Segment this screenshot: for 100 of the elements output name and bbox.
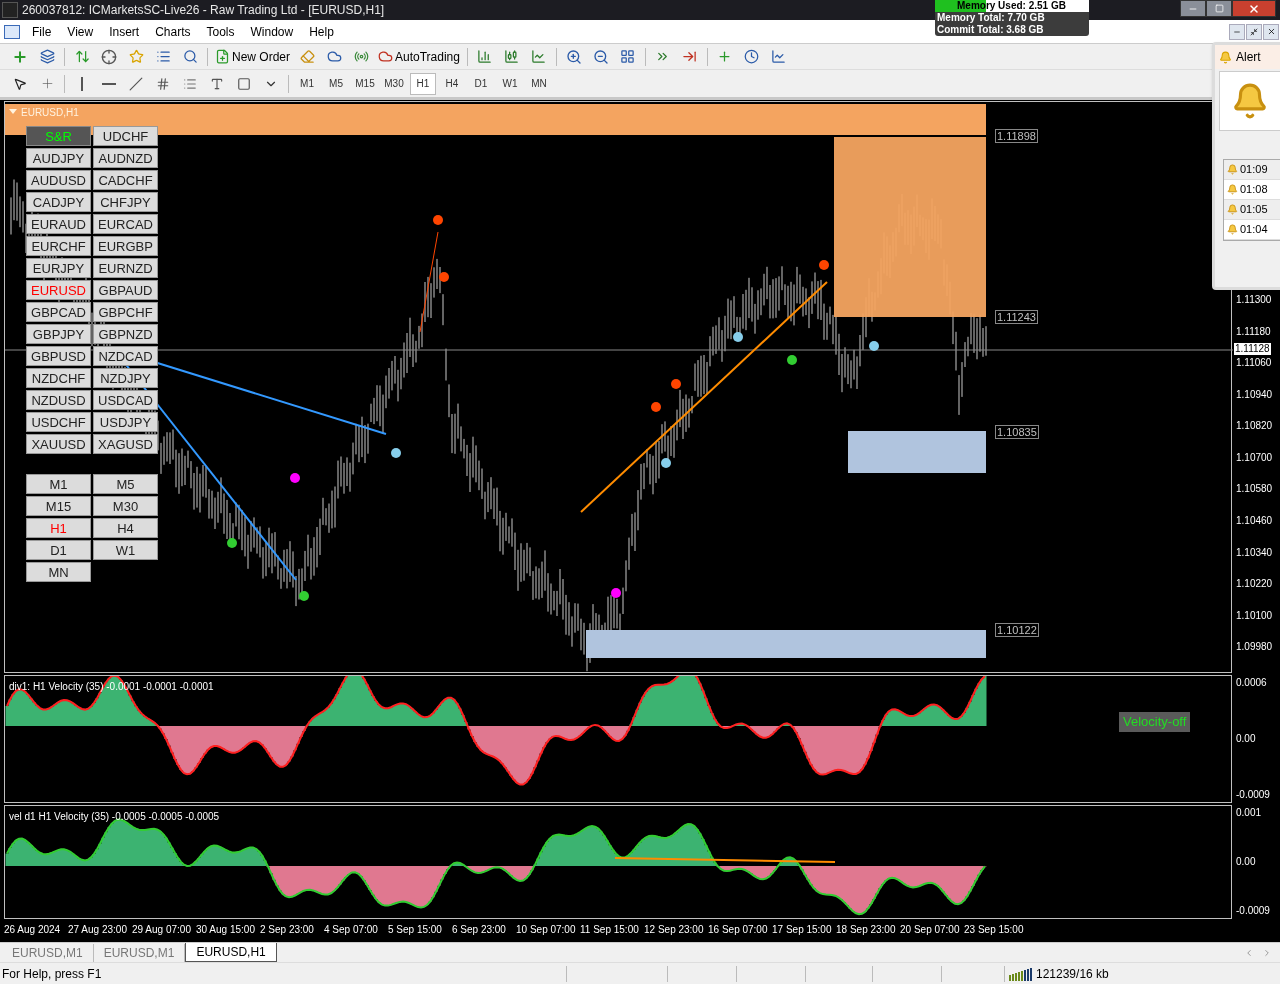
symbol-button[interactable]: GBPUSD	[26, 346, 91, 366]
minimize-button[interactable]	[1180, 0, 1206, 17]
text-icon	[210, 76, 224, 91]
signal-marker	[299, 591, 309, 601]
signal-marker	[439, 272, 449, 282]
symbol-button[interactable]: CADJPY	[26, 192, 91, 212]
menu-item[interactable]: View	[59, 22, 102, 41]
date-axis-label: 18 Sep 23:00	[836, 923, 896, 935]
period-button[interactable]: M1	[26, 474, 91, 494]
menu-item[interactable]: Charts	[147, 22, 199, 41]
symbol-button[interactable]: GBPNZD	[93, 324, 158, 344]
date-axis-label: 27 Aug 23:00	[68, 923, 127, 935]
alert-list-item[interactable]: 01:05	[1224, 200, 1280, 220]
timeframe-button[interactable]: D1	[468, 72, 494, 95]
symbol-button[interactable]: XAUUSD	[26, 434, 91, 454]
timeframe-button[interactable]: M5	[323, 72, 349, 95]
timeframe-button[interactable]: H1	[410, 72, 436, 95]
indicator-axis-label: -0.0009	[1236, 905, 1271, 917]
indicator-axis-label: 0.001	[1236, 807, 1263, 819]
signal-marker	[651, 402, 661, 412]
timeframe-button[interactable]: M15	[352, 72, 378, 95]
search-icon	[182, 49, 198, 64]
timeframe-button[interactable]: MN	[526, 72, 552, 95]
price-axis-label: 1.10940	[1236, 388, 1273, 401]
date-axis-label: 30 Aug 15:00	[196, 923, 255, 935]
line-chart-icon	[531, 49, 547, 64]
bell-icon	[1227, 224, 1238, 235]
menu-item[interactable]: Help	[301, 22, 342, 41]
symbol-button[interactable]: EURGBP	[93, 236, 158, 256]
memory-total-text: Memory Total: 7.70 GB	[936, 12, 1046, 24]
symbol-button[interactable]: EURCAD	[93, 214, 158, 234]
alert-list-item[interactable]: 01:09	[1224, 160, 1280, 180]
symbol-button[interactable]: EURNZD	[93, 258, 158, 278]
price-axis-label: 1.10340	[1236, 546, 1273, 559]
symbol-button[interactable]: USDCAD	[93, 390, 158, 410]
restore-button[interactable]	[1206, 0, 1232, 17]
date-axis-label: 10 Sep 07:00	[516, 923, 576, 935]
symbol-button[interactable]: AUDJPY	[26, 148, 91, 168]
mdi-minimize-button[interactable]	[1229, 23, 1245, 40]
symbol-button[interactable]: XAGUSD	[93, 434, 158, 454]
auto-trading-button[interactable]: AutoTrading	[376, 45, 462, 68]
symbol-button[interactable]: USDCHF	[26, 412, 91, 432]
close-button[interactable]	[1232, 0, 1276, 17]
period-button[interactable]: M15	[26, 496, 91, 516]
symbol-button[interactable]: CHFJPY	[93, 192, 158, 212]
zoom-out-icon	[592, 48, 609, 65]
symbol-button[interactable]: NZDJPY	[93, 368, 158, 388]
date-axis-label: 5 Sep 15:00	[388, 923, 442, 935]
symbol-button[interactable]: GBPCHF	[93, 302, 158, 322]
mdi-restore-button[interactable]	[1246, 23, 1262, 40]
symbol-button[interactable]: NZDUSD	[26, 390, 91, 410]
large-bell-icon	[1231, 82, 1269, 120]
symbol-button[interactable]: NZDCAD	[93, 346, 158, 366]
sr-button[interactable]: S&R	[26, 126, 91, 146]
crosshair-icon	[101, 48, 117, 65]
period-button[interactable]: MN	[26, 562, 91, 582]
symbol-button[interactable]: NZDCHF	[26, 368, 91, 388]
symbol-button[interactable]: EURAUD	[26, 214, 91, 234]
timeframe-button[interactable]: M30	[381, 72, 407, 95]
symbol-button[interactable]: GBPJPY	[26, 324, 91, 344]
symbol-button[interactable]: EURJPY	[26, 258, 91, 278]
chart-tab[interactable]: EURUSD,H1	[185, 943, 277, 962]
mdi-close-button[interactable]	[1263, 23, 1279, 40]
new-order-button[interactable]: New Order	[213, 45, 292, 68]
tile-windows-icon	[620, 49, 636, 64]
symbol-button[interactable]: UDCHF	[93, 126, 158, 146]
symbol-button[interactable]: USDJPY	[93, 412, 158, 432]
timeframe-button[interactable]: W1	[497, 72, 523, 95]
menu-item[interactable]: Tools	[198, 22, 243, 41]
period-button[interactable]: D1	[26, 540, 91, 560]
timeframe-button[interactable]: H4	[439, 72, 465, 95]
symbol-button[interactable]: GBPCAD	[26, 302, 91, 322]
close-icon	[1266, 27, 1276, 36]
menu-item[interactable]: Window	[242, 22, 302, 41]
symbol-button[interactable]: GBPAUD	[93, 280, 158, 300]
auto-scroll-icon	[682, 49, 698, 64]
price-axis-label: 1.09980	[1236, 641, 1273, 654]
signal-marker	[671, 379, 681, 389]
period-button[interactable]: W1	[93, 540, 158, 560]
period-button[interactable]: M5	[93, 474, 158, 494]
velocity-toggle-button[interactable]: Velocity-off	[1119, 712, 1191, 732]
window-title: 260037812: ICMarketsSC-Live26 - Raw Trading Ltd - [EURUSD,H1]	[22, 2, 385, 19]
symbol-button[interactable]: EURCHF	[26, 236, 91, 256]
price-axis-label: 1.10820	[1236, 420, 1273, 433]
chart-title: EURUSD,H1	[21, 106, 79, 120]
timeframe-button[interactable]: M1	[294, 72, 320, 95]
symbol-button[interactable]: AUDUSD	[26, 170, 91, 190]
status-help-text: For Help, press F1	[1, 965, 103, 983]
cloud-icon	[378, 49, 393, 64]
menu-item[interactable]: File	[24, 22, 60, 41]
price-axis-label: 1.10580	[1236, 483, 1273, 496]
signal-marker	[733, 332, 743, 342]
period-button[interactable]: H4	[93, 518, 158, 538]
symbol-button[interactable]: CADCHF	[93, 170, 158, 190]
period-button[interactable]: M30	[93, 496, 158, 516]
indicator-axis-label: 0.00	[1236, 856, 1257, 868]
date-axis-label: 20 Sep 07:00	[900, 923, 960, 935]
menu-item[interactable]: Insert	[101, 22, 148, 41]
symbol-button[interactable]: AUDNZD	[93, 148, 158, 168]
price-axis-label: 1.10460	[1236, 515, 1273, 528]
